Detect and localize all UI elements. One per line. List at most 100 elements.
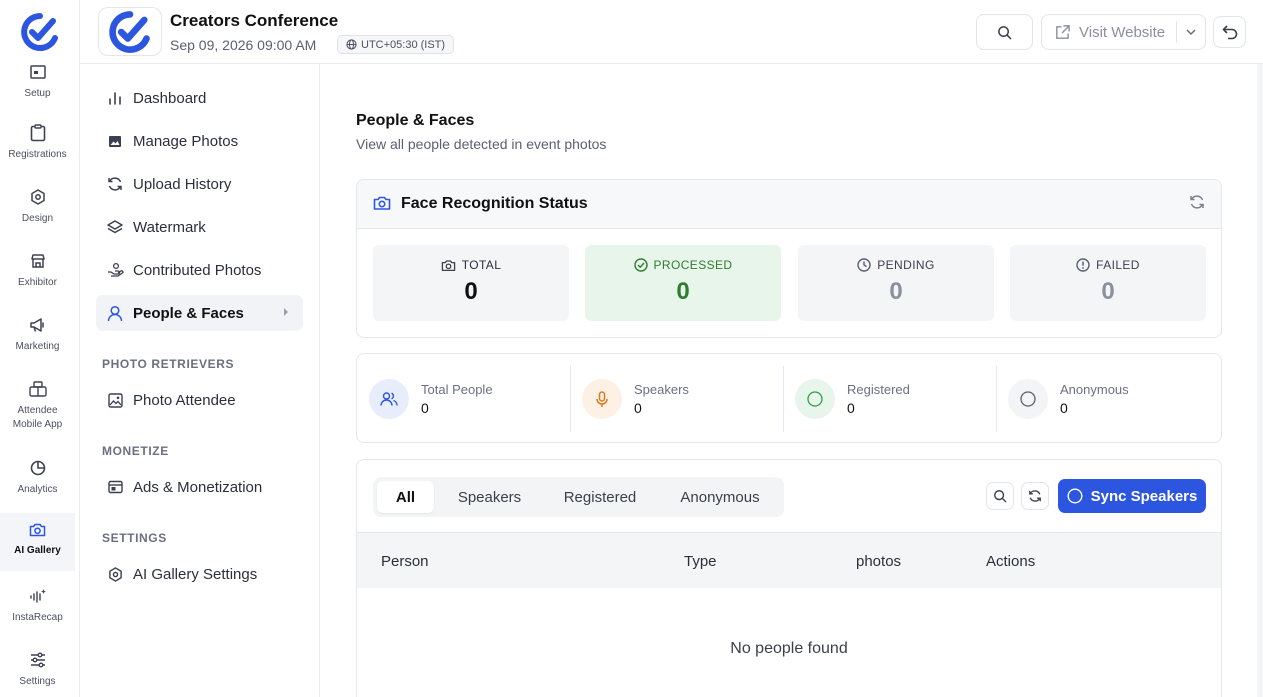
chevron-right-icon bbox=[283, 308, 289, 316]
stat-value: 0 bbox=[464, 278, 478, 305]
rail-label: Setup bbox=[24, 88, 51, 99]
stat-failed: FAILED 0 bbox=[1010, 245, 1206, 321]
search-icon bbox=[993, 489, 1007, 503]
rail-item-settings[interactable]: Settings bbox=[0, 644, 75, 697]
table-refresh-button[interactable] bbox=[1021, 482, 1049, 510]
ad-icon bbox=[106, 478, 124, 496]
count-registered: Registered 0 bbox=[783, 366, 996, 432]
refresh-icon bbox=[1190, 195, 1204, 209]
rail-item-ai-gallery[interactable]: AI Gallery bbox=[0, 513, 75, 571]
nav-item-people-faces[interactable]: People & Faces bbox=[96, 295, 303, 331]
tab-speakers[interactable]: Speakers bbox=[441, 481, 538, 513]
section-title-photo-retrievers: PHOTO RETRIEVERS bbox=[102, 357, 235, 371]
page-scrollbar[interactable] bbox=[1257, 64, 1263, 697]
visit-website-label: Visit Website bbox=[1079, 23, 1166, 41]
microphone-icon bbox=[582, 379, 622, 419]
event-logo-icon bbox=[98, 7, 162, 56]
external-link-icon bbox=[1054, 24, 1071, 41]
left-rail: Setup Registrations Design Exhibitor Mar… bbox=[0, 0, 80, 697]
stat-label: TOTAL bbox=[461, 258, 502, 272]
visit-website-dropdown[interactable] bbox=[1177, 29, 1205, 35]
page-title: People & Faces bbox=[356, 112, 475, 129]
rail-item-analytics[interactable]: Analytics bbox=[0, 452, 75, 510]
count-value: 0 bbox=[421, 400, 429, 416]
search-icon bbox=[997, 25, 1012, 40]
table-search-button[interactable] bbox=[986, 482, 1014, 510]
nav-item-upload-history[interactable]: Upload History bbox=[96, 166, 303, 202]
layers-icon bbox=[106, 218, 124, 236]
refresh-status-button[interactable] bbox=[1189, 194, 1205, 210]
main-content: People & Faces View all people detected … bbox=[320, 64, 1262, 697]
tab-all[interactable]: All bbox=[377, 481, 434, 513]
users-icon bbox=[369, 379, 409, 419]
stat-pending: PENDING 0 bbox=[798, 245, 994, 321]
rail-label: Design bbox=[21, 213, 54, 224]
store-icon bbox=[28, 251, 48, 271]
app-logo-icon[interactable] bbox=[20, 12, 60, 52]
person-icon bbox=[106, 304, 124, 322]
table-header: Person Type photos Actions bbox=[357, 532, 1221, 588]
event-title: Creators Conference bbox=[170, 11, 339, 30]
count-label: Anonymous bbox=[1060, 382, 1129, 397]
count-value: 0 bbox=[847, 400, 855, 416]
rail-item-design[interactable]: Design bbox=[0, 181, 75, 239]
rail-item-attendee-mobile-app[interactable]: Attendee Mobile App bbox=[0, 373, 75, 443]
stat-label: PROCESSED bbox=[653, 258, 733, 272]
rail-label: AI Gallery bbox=[14, 545, 61, 556]
tab-anonymous[interactable]: Anonymous bbox=[662, 481, 778, 513]
rail-item-instarecap[interactable]: InstaRecap bbox=[0, 580, 75, 638]
count-total-people: Total People 0 bbox=[357, 366, 570, 432]
nav-item-dashboard[interactable]: Dashboard bbox=[96, 80, 303, 116]
stat-processed: PROCESSED 0 bbox=[585, 245, 781, 321]
column-header-person[interactable]: Person bbox=[381, 553, 429, 570]
nav-item-label: Upload History bbox=[133, 175, 232, 193]
column-header-type[interactable]: Type bbox=[684, 553, 717, 570]
sync-speakers-button[interactable]: Sync Speakers bbox=[1058, 479, 1206, 513]
count-label: Registered bbox=[847, 382, 910, 397]
rail-label: Marketing bbox=[15, 341, 60, 352]
column-header-actions: Actions bbox=[986, 553, 1036, 570]
stat-value: 0 bbox=[889, 278, 903, 305]
page-subtitle: View all people detected in event photos bbox=[356, 136, 607, 152]
nav-item-ai-gallery-settings[interactable]: AI Gallery Settings bbox=[96, 556, 303, 592]
hand-icon bbox=[106, 261, 124, 279]
check-circle-icon bbox=[633, 258, 648, 272]
nav-item-label: Ads & Monetization bbox=[133, 478, 263, 496]
count-value: 0 bbox=[1060, 400, 1068, 416]
rail-item-marketing[interactable]: Marketing bbox=[0, 309, 75, 367]
visit-website-button[interactable]: Visit Website bbox=[1041, 14, 1206, 50]
mobile-app-icon bbox=[28, 379, 48, 399]
camera-icon bbox=[373, 195, 391, 211]
count-label: Total People bbox=[421, 382, 493, 397]
stat-total: TOTAL 0 bbox=[373, 245, 569, 321]
gear-icon bbox=[106, 565, 124, 583]
bar-chart-icon bbox=[106, 89, 124, 107]
photo-icon bbox=[106, 391, 124, 409]
clock-icon bbox=[857, 258, 871, 272]
empty-state-text: No people found bbox=[730, 640, 848, 657]
clipboard-icon bbox=[28, 123, 48, 143]
nav-item-manage-photos[interactable]: Manage Photos bbox=[96, 123, 303, 159]
nav-item-contributed-photos[interactable]: Contributed Photos bbox=[96, 252, 303, 288]
stat-label: PENDING bbox=[877, 258, 935, 272]
undo-icon bbox=[1222, 24, 1238, 40]
gallery-subnav: Dashboard Manage Photos Upload History W… bbox=[80, 64, 320, 697]
people-table-card: All Speakers Registered Anonymous Sync S… bbox=[356, 459, 1222, 697]
undo-button[interactable] bbox=[1213, 16, 1246, 48]
count-value: 0 bbox=[634, 400, 642, 416]
tab-registered[interactable]: Registered bbox=[545, 481, 655, 513]
header-search-button[interactable] bbox=[976, 14, 1033, 50]
rail-item-exhibitor[interactable]: Exhibitor bbox=[0, 245, 75, 303]
people-counts-card: Total People 0 Speakers 0 Registered 0 Anon… bbox=[356, 353, 1222, 443]
alert-circle-icon bbox=[1076, 258, 1090, 272]
column-header-photos[interactable]: photos bbox=[856, 553, 901, 570]
nav-item-ads-monetization[interactable]: Ads & Monetization bbox=[96, 469, 303, 505]
nav-item-photo-attendee[interactable]: Photo Attendee bbox=[96, 382, 303, 418]
rail-label: Settings bbox=[19, 676, 56, 687]
nav-item-watermark[interactable]: Watermark bbox=[96, 209, 303, 245]
rail-item-registrations[interactable]: Registrations bbox=[0, 117, 75, 175]
count-anonymous: Anonymous 0 bbox=[996, 366, 1209, 432]
globe-icon bbox=[346, 39, 357, 50]
face-status-title: Face Recognition Status bbox=[401, 195, 588, 212]
rail-item-setup[interactable]: Setup bbox=[0, 56, 75, 114]
